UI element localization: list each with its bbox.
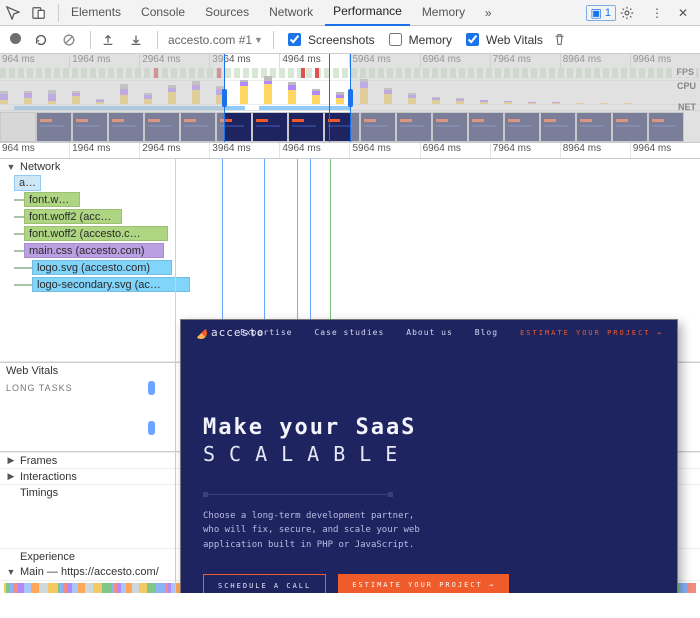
webvitals-checkbox[interactable]: Web Vitals xyxy=(462,30,543,49)
chevron-down-icon: ▼ xyxy=(6,162,16,172)
long-tasks-label: LONG TASKS xyxy=(6,383,73,393)
divider xyxy=(273,31,274,49)
more-tabs-icon[interactable]: » xyxy=(477,6,499,20)
network-request[interactable]: main.css (accesto.com) xyxy=(14,242,700,259)
overview-ruler: 964 ms 1964 ms 2964 ms 3964 ms 4964 ms 5… xyxy=(0,54,700,68)
filmstrip[interactable]: 18 xyxy=(0,110,700,142)
divider xyxy=(58,4,59,22)
network-header[interactable]: ▼ Network xyxy=(0,159,700,175)
close-devtools-icon[interactable]: ✕ xyxy=(672,6,694,20)
network-request[interactable]: logo.svg (accesto.com) xyxy=(14,259,700,276)
memory-input[interactable] xyxy=(389,33,402,46)
overview-fps: FPS xyxy=(0,68,700,80)
detail-ruler[interactable]: 964 ms 1964 ms 2964 ms 3964 ms 4964 ms 5… xyxy=(0,143,700,159)
hero-subtitle: SCALABLE xyxy=(203,442,655,466)
network-parent[interactable]: a… xyxy=(14,175,41,191)
tab-sources[interactable]: Sources xyxy=(197,0,257,25)
page-preview: accesto Expertise Case studies About us … xyxy=(180,319,678,593)
network-request[interactable]: font.woff2 (accesto.c… xyxy=(14,225,700,242)
delete-trace-icon[interactable] xyxy=(553,33,571,46)
timeline-overview[interactable]: 964 ms 1964 ms 2964 ms 3964 ms 4964 ms 5… xyxy=(0,54,700,143)
overview-cpu: CPU [ [0,4,6,3],[3,6,5,2],[6,3,7,4],[9,8… xyxy=(0,80,700,104)
hero-divider xyxy=(203,494,393,495)
issues-badge[interactable]: ▣ 1 xyxy=(586,5,616,21)
logo-icon xyxy=(195,327,207,339)
kebab-menu-icon[interactable]: ⋮ xyxy=(646,6,668,20)
chevron-down-icon: ▼ xyxy=(254,35,263,45)
webvitals-input[interactable] xyxy=(466,33,479,46)
flame-panel[interactable]: ▼ Network a… font.wof…font.woff2 (acc…fo… xyxy=(0,159,700,593)
trace-name: accesto.com #1 xyxy=(168,33,252,47)
preview-estimate-button: ESTIMATE YOUR PROJECT → xyxy=(338,574,509,593)
tab-performance[interactable]: Performance xyxy=(325,0,410,26)
preview-schedule-button: SCHEDULE A CALL xyxy=(203,574,326,593)
clear-button[interactable] xyxy=(62,33,80,47)
chevron-right-icon: ▶ xyxy=(6,471,16,482)
devtools-tab-bar: Elements Console Sources Network Perform… xyxy=(0,0,700,26)
preview-logo: accesto xyxy=(195,326,264,339)
divider xyxy=(90,31,91,49)
tab-console[interactable]: Console xyxy=(133,0,193,25)
save-profile-icon[interactable] xyxy=(129,33,147,47)
separator-line xyxy=(175,159,176,593)
memory-checkbox[interactable]: Memory xyxy=(385,30,452,49)
chevron-down-icon: ▼ xyxy=(6,567,16,577)
device-toolbar-icon[interactable] xyxy=(32,6,54,20)
load-profile-icon[interactable] xyxy=(101,33,119,47)
reload-record-button[interactable] xyxy=(34,33,52,47)
settings-icon[interactable] xyxy=(620,6,642,20)
network-request[interactable]: font.wof… xyxy=(14,191,700,208)
screenshots-checkbox[interactable]: Screenshots xyxy=(284,30,375,49)
screenshots-input[interactable] xyxy=(288,33,301,46)
issue-count: 1 xyxy=(605,7,611,19)
network-request[interactable]: logo-secondary.svg (ac… xyxy=(14,276,700,293)
issue-icon: ▣ xyxy=(591,6,602,20)
inspect-element-icon[interactable] xyxy=(6,6,28,20)
chevron-right-icon: ▶ xyxy=(6,455,16,466)
preview-estimate-link: ESTIMATE YOUR PROJECT → xyxy=(520,329,663,337)
network-request[interactable]: font.woff2 (acc… xyxy=(14,208,700,225)
tab-elements[interactable]: Elements xyxy=(63,0,129,25)
record-button[interactable] xyxy=(6,33,24,47)
tab-network[interactable]: Network xyxy=(261,0,321,25)
hero-title: Make your SaaS xyxy=(203,415,655,440)
trace-selector[interactable]: accesto.com #1 ▼ xyxy=(168,33,263,47)
divider xyxy=(157,31,158,49)
tab-memory[interactable]: Memory xyxy=(414,0,473,25)
performance-toolbar: accesto.com #1 ▼ Screenshots Memory Web … xyxy=(0,26,700,54)
